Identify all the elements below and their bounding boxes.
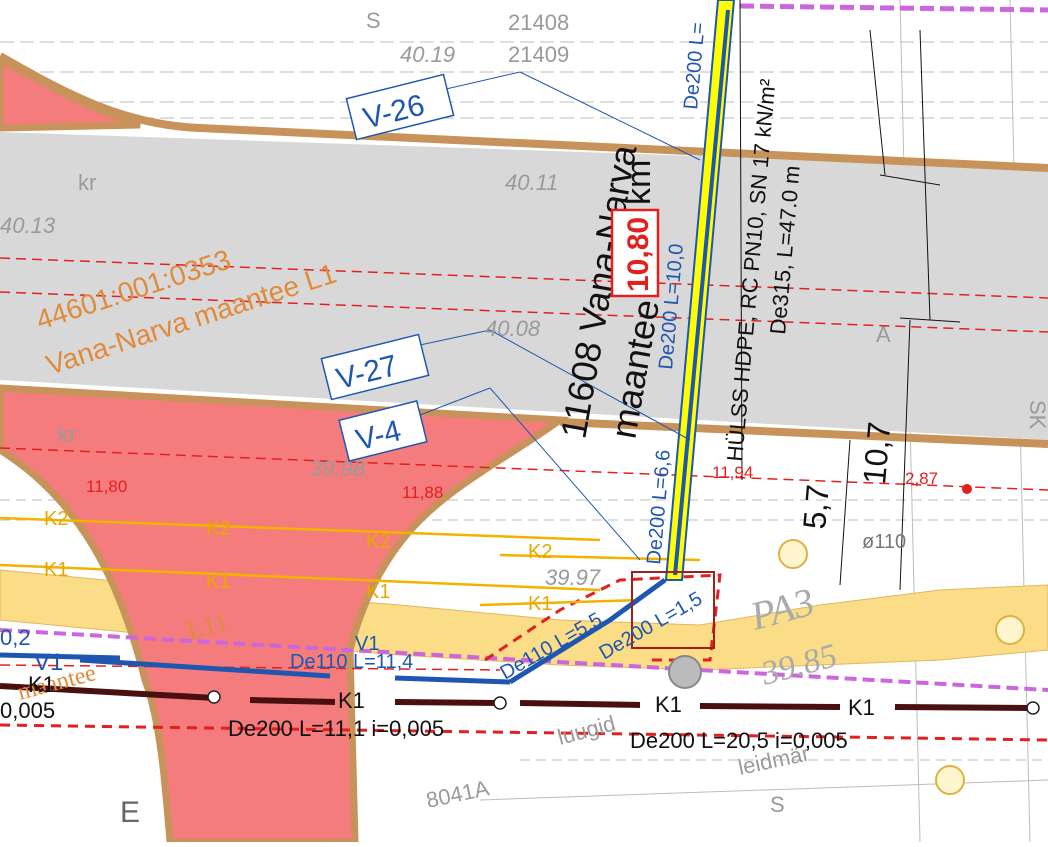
label-d110: ø110 xyxy=(862,531,906,553)
label-21409: 21409 xyxy=(508,42,569,67)
elev-4011: 40.11 xyxy=(505,170,558,195)
label-A: A xyxy=(876,322,891,347)
dim-11-88: 11,88 xyxy=(402,483,443,502)
dim-5-7: 5,7 xyxy=(796,483,836,530)
dim-11-80: 11,80 xyxy=(86,477,127,496)
property-line-top xyxy=(739,3,1048,13)
label-SK: SK xyxy=(1025,400,1048,430)
sewer-de200-20-5: De200 L=20,5 i=0,005 xyxy=(630,728,848,753)
sewer-k1-left: K1 xyxy=(28,672,55,697)
label-S-top: S xyxy=(366,8,381,33)
dim-11-94: 11,94 xyxy=(712,463,753,482)
slope-left: 0,005 xyxy=(0,698,55,723)
elev-3997: 39.97 xyxy=(545,565,601,590)
label-k2-a: K2 xyxy=(44,508,68,530)
label-k2-d: K2 xyxy=(528,541,552,563)
elev-4008: 40.08 xyxy=(485,316,541,341)
label-E: E xyxy=(120,796,140,829)
label-0-2: 0,2 xyxy=(0,625,31,650)
sewer-k1-r1: K1 xyxy=(655,692,682,717)
dim-10-7: 10,7 xyxy=(856,420,897,485)
km-value: 10,80 xyxy=(622,217,655,292)
label-k1-a: K1 xyxy=(44,559,68,581)
label-k2-c: K2 xyxy=(366,531,390,553)
pipe-label-top: De200 L= xyxy=(680,22,710,111)
label-k2-b: K2 xyxy=(206,518,230,540)
label-k1-b: K1 xyxy=(206,571,230,593)
sewer-k1-mid: K1 xyxy=(338,688,365,713)
label-8041A: 8041A xyxy=(424,775,492,813)
elev-4019: 40.19 xyxy=(400,42,455,67)
km-unit: km xyxy=(620,160,658,205)
sewer-de200-11-1: De200 L=11,1 i=0,005 xyxy=(228,716,444,741)
dim-2-87: 2,87 xyxy=(905,469,938,488)
v26-tag: V-26 xyxy=(345,73,455,141)
map-canvas: 21408 21409 40.19 40.11 40.13 40.08 39.9… xyxy=(0,0,1048,846)
label-kr-1: kr xyxy=(78,170,96,195)
label-kr-2: kr xyxy=(58,422,76,447)
pipe-label-de110-114: De110 L=11,4 xyxy=(290,651,413,673)
label-luugid: luugid xyxy=(555,710,618,749)
sewer-k1-r2: K1 xyxy=(848,695,875,720)
red-point xyxy=(962,484,972,494)
label-k1-c: K1 xyxy=(366,581,390,603)
elev-4013: 40.13 xyxy=(0,213,56,238)
label-v1b: V1 xyxy=(355,633,379,655)
chamber-symbol xyxy=(668,655,702,689)
label-k1-d: K1 xyxy=(528,593,552,615)
label-S-bottom: S xyxy=(770,792,785,817)
label-21408: 21408 xyxy=(508,10,569,35)
